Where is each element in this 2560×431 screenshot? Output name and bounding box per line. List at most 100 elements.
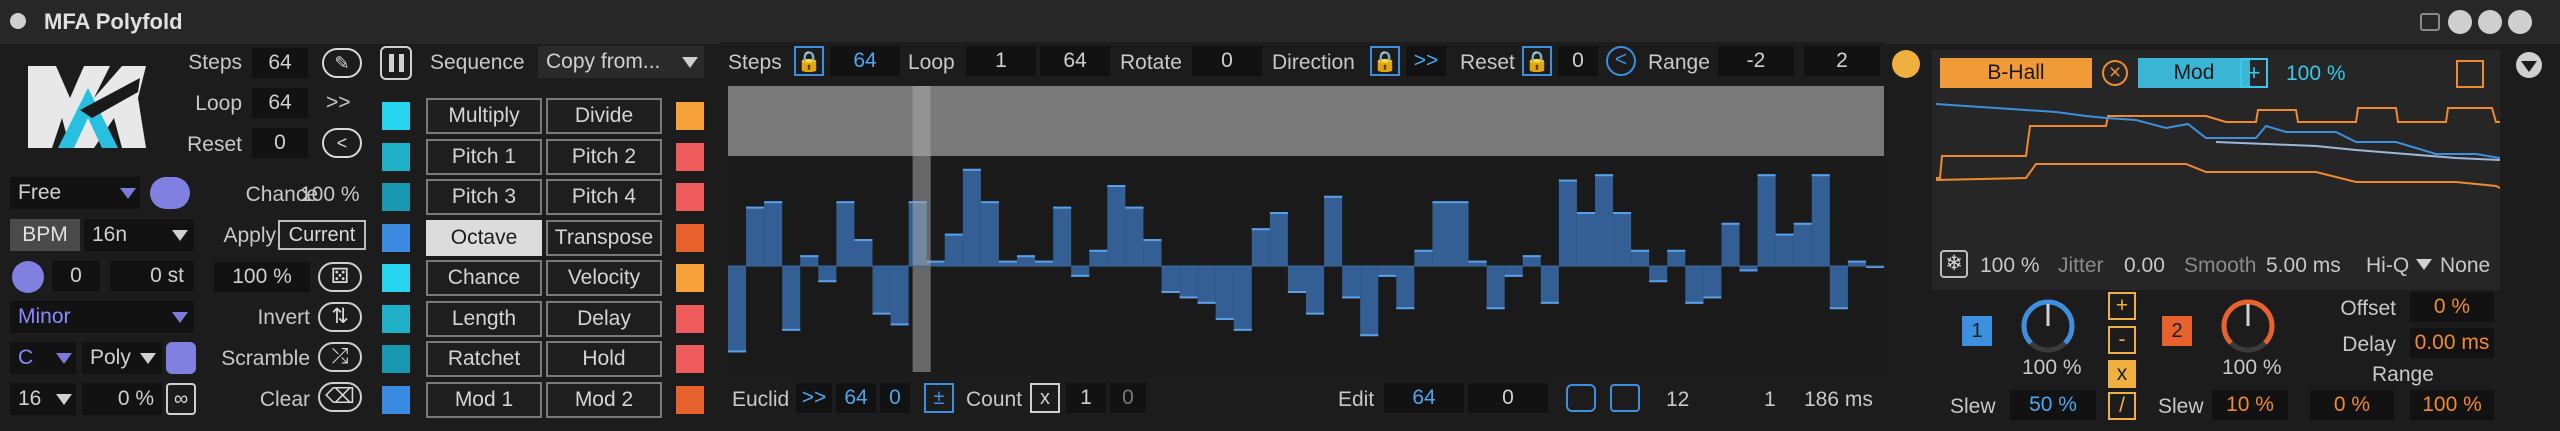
scale-select[interactable]: Minor	[10, 301, 194, 333]
semitone-value[interactable]: 0 st	[110, 261, 194, 291]
delay-value[interactable]: 0.00 ms	[2410, 328, 2494, 358]
sequence-color-left[interactable]	[382, 224, 410, 252]
list-icon[interactable]	[2456, 60, 2484, 88]
sequence-color-left[interactable]	[382, 183, 410, 211]
sequence-button-pitch-3[interactable]: Pitch 3	[426, 179, 542, 215]
plus-minus-icon[interactable]: ±	[924, 383, 954, 413]
shuffle-icon[interactable]: ⤮	[318, 342, 362, 372]
sequence-button-mod-2[interactable]: Mod 2	[546, 382, 662, 418]
fold-icon[interactable]	[10, 13, 26, 29]
edit-value[interactable]: 0	[1468, 383, 1548, 413]
bpm-toggle[interactable]: BPM	[10, 219, 80, 251]
sequence-color-left[interactable]	[382, 345, 410, 373]
jitter-value[interactable]: 0.00	[2124, 255, 2165, 276]
sequence-color-left[interactable]	[382, 143, 410, 171]
close-icon[interactable]: ×	[2102, 60, 2128, 86]
steps-lock-icon[interactable]: 🔒	[794, 46, 824, 76]
sequence-color-left[interactable]	[382, 264, 410, 292]
sequence-color-right[interactable]	[676, 224, 704, 252]
sequence-button-hold[interactable]: Hold	[546, 341, 662, 377]
save-icon[interactable]	[1566, 384, 1596, 412]
sequence-button-pitch-2[interactable]: Pitch 2	[546, 139, 662, 175]
pause-button[interactable]	[380, 46, 412, 80]
refresh-icon[interactable]	[2448, 10, 2472, 34]
transpose-value[interactable]: 0	[52, 261, 100, 291]
slew-2-value[interactable]: 10 %	[2212, 390, 2288, 420]
filter-select[interactable]: Hi-Q	[2366, 255, 2409, 276]
range-mod-max[interactable]: 100 %	[2410, 390, 2494, 420]
mod-amount[interactable]: 100 %	[2286, 63, 2346, 84]
dice-icon[interactable]: ⚄	[318, 262, 362, 292]
chance-value[interactable]: 100 %	[300, 184, 360, 205]
step-editor[interactable]	[728, 86, 1884, 372]
sequence-button-delay[interactable]: Delay	[546, 301, 662, 337]
sequence-button-transpose[interactable]: Transpose	[546, 220, 662, 256]
channel-2-knob[interactable]	[2218, 296, 2278, 356]
sequence-button-pitch-4[interactable]: Pitch 4	[546, 179, 662, 215]
channel-1-knob[interactable]	[2018, 296, 2078, 356]
range-mod-min[interactable]: 0 %	[2310, 390, 2394, 420]
sequence-color-right[interactable]	[676, 102, 704, 130]
range-min[interactable]: -2	[1718, 46, 1794, 76]
filter-mode[interactable]: None	[2440, 255, 2490, 276]
op-minus-button[interactable]: -	[2108, 326, 2136, 354]
euclid-direction[interactable]: >>	[796, 383, 832, 413]
percent-value[interactable]: 0 %	[82, 383, 162, 415]
copy-from-select[interactable]: Copy from...	[538, 46, 704, 78]
sequence-button-multiply[interactable]: Multiply	[426, 98, 542, 134]
range-max[interactable]: 2	[1804, 46, 1880, 76]
preset-a-button[interactable]: B-Hall	[1940, 58, 2092, 88]
step-bars[interactable]	[728, 86, 1884, 372]
reset-back-button[interactable]: <	[322, 128, 362, 158]
calendar-icon[interactable]	[2420, 13, 2440, 31]
reset-value[interactable]: 0	[252, 128, 308, 158]
op-plus-button[interactable]: +	[2108, 292, 2136, 320]
rotate-value[interactable]: 0	[1192, 46, 1262, 76]
eraser-icon[interactable]: ⌫	[318, 382, 362, 412]
channel-2-button[interactable]: 2	[2162, 316, 2192, 346]
mod-percent[interactable]: 100 %	[1980, 255, 2040, 276]
count-value[interactable]: 1	[1066, 383, 1106, 413]
play-icon[interactable]	[1892, 50, 1920, 78]
sequence-color-right[interactable]	[676, 345, 704, 373]
invert-icon[interactable]: ⇅	[318, 302, 362, 332]
apply-select[interactable]: Current	[278, 220, 366, 250]
reset-back-blue-icon[interactable]: <	[1606, 46, 1636, 76]
preset-b-button[interactable]: Mod	[2138, 58, 2250, 88]
sequence-button-chance[interactable]: Chance	[426, 260, 542, 296]
offset-value[interactable]: 0 %	[2410, 292, 2494, 322]
sequence-color-right[interactable]	[676, 183, 704, 211]
editor-loop-end[interactable]: 64	[1040, 46, 1110, 76]
sequence-button-pitch-1[interactable]: Pitch 1	[426, 139, 542, 175]
folder-icon[interactable]	[1610, 384, 1640, 412]
sequence-button-length[interactable]: Length	[426, 301, 542, 337]
hot-swap-icon[interactable]	[2478, 10, 2502, 34]
infinity-icon[interactable]: ∞	[166, 383, 196, 415]
sequence-color-right[interactable]	[676, 305, 704, 333]
add-mod-button[interactable]: +	[2240, 58, 2268, 88]
reset-lock-icon[interactable]: 🔒	[1522, 46, 1552, 76]
voice-icon[interactable]	[166, 342, 196, 374]
sequence-color-right[interactable]	[676, 143, 704, 171]
sequence-button-octave[interactable]: Octave	[426, 220, 542, 256]
sequence-color-right[interactable]	[676, 386, 704, 414]
save-preset-icon[interactable]	[2508, 10, 2532, 34]
editor-reset-value[interactable]: 0	[1558, 46, 1598, 76]
freeze-icon[interactable]: ❄	[1940, 250, 1968, 278]
editor-steps-value[interactable]: 64	[830, 46, 900, 76]
sequence-button-velocity[interactable]: Velocity	[546, 260, 662, 296]
amount-value[interactable]: 100 %	[214, 262, 310, 292]
loop-value[interactable]: 64	[252, 88, 308, 118]
op-multiply-button[interactable]: x	[2108, 360, 2136, 388]
channel-1-button[interactable]: 1	[1962, 316, 1992, 346]
slew-1-value[interactable]: 50 %	[2010, 390, 2096, 420]
op-divide-button[interactable]: /	[2108, 392, 2136, 420]
editor-loop-start[interactable]: 1	[966, 46, 1036, 76]
sequence-color-left[interactable]	[382, 305, 410, 333]
euclid-offset[interactable]: 0	[880, 383, 910, 413]
sequence-color-left[interactable]	[382, 102, 410, 130]
count-value-2[interactable]: 0	[1110, 383, 1146, 413]
euclid-steps[interactable]: 64	[836, 383, 876, 413]
sequence-color-left[interactable]	[382, 386, 410, 414]
keyboard-icon[interactable]	[150, 177, 190, 209]
